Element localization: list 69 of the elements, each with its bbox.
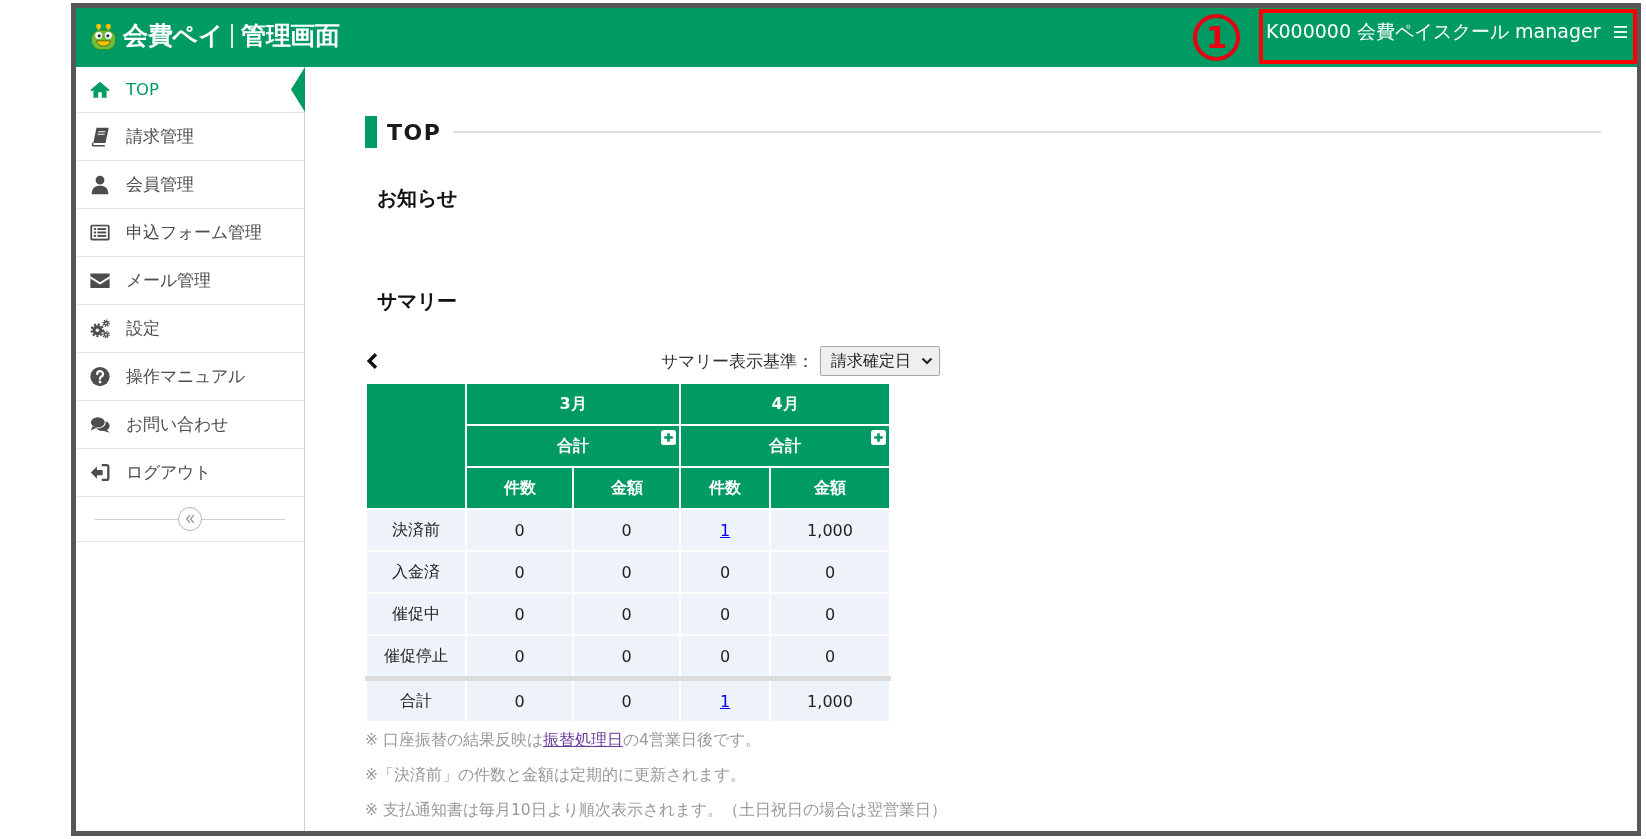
book-icon xyxy=(89,126,111,147)
sidebar-item[interactable]: お問い合わせ xyxy=(76,401,304,449)
logout-icon xyxy=(89,462,111,483)
sidebar-item[interactable]: 請求管理 xyxy=(76,113,304,161)
table-cell: 0 xyxy=(573,509,680,551)
person-icon xyxy=(89,174,111,195)
row-header: 合計 xyxy=(366,678,466,722)
table-cell: 0 xyxy=(466,593,573,635)
column-header: 金額 xyxy=(770,467,891,509)
sidebar-item[interactable]: 申込フォーム管理 xyxy=(76,209,304,257)
table-cell: 0 xyxy=(680,551,770,593)
row-header: 催促停止 xyxy=(366,635,466,679)
collapse-sidebar-button[interactable] xyxy=(178,507,202,531)
column-header: 4月 xyxy=(680,383,891,425)
row-header: 決済前 xyxy=(366,509,466,551)
sidebar-item[interactable]: 会員管理 xyxy=(76,161,304,209)
chevron-left-icon xyxy=(366,352,378,370)
sidebar-item[interactable]: 設定 xyxy=(76,305,304,353)
section-heading: お知らせ xyxy=(377,185,457,212)
table-cell: 0 xyxy=(770,551,891,593)
column-header: 金額 xyxy=(573,467,680,509)
row-header: 催促中 xyxy=(366,593,466,635)
table-cell: 1,000 xyxy=(770,678,891,722)
note-link[interactable]: 振替処理日 xyxy=(542,731,623,749)
table-cell: 0 xyxy=(466,551,573,593)
table-cell: 0 xyxy=(573,593,680,635)
table-cell: 0 xyxy=(466,509,573,551)
account-menu-button[interactable]: K000000 会費ペイスクール manager xyxy=(1259,9,1637,64)
table-cell: 1,000 xyxy=(770,509,891,551)
column-header: 件数 xyxy=(680,467,770,509)
page-title: TOP xyxy=(387,119,442,145)
count-link[interactable]: 1 xyxy=(719,520,731,540)
gears-icon xyxy=(89,318,111,339)
summary-basis-label: サマリー表示基準： xyxy=(661,349,814,373)
title-accent-bar xyxy=(365,116,377,148)
step-number-marker: 1 xyxy=(1193,14,1240,61)
logo-subtitle: 管理画面 xyxy=(241,21,339,51)
note-text: ※「決済前」の件数と金額は定期的に更新されます。 xyxy=(365,765,746,786)
note-text: ※ 口座振替の結果反映は振替処理日の4営業日後です。 xyxy=(365,730,761,751)
plus-icon[interactable] xyxy=(871,430,887,445)
column-header: 合計 xyxy=(557,435,589,455)
frog-mascot-icon xyxy=(89,21,118,51)
question-mark-icon xyxy=(89,366,111,387)
previous-button[interactable] xyxy=(366,352,378,370)
chevron-down-icon xyxy=(921,357,933,365)
summary-basis-select[interactable]: 請求確定日 xyxy=(820,346,940,376)
speech-bubbles-icon xyxy=(89,414,111,435)
table-cell: 0 xyxy=(466,678,573,722)
logo-text: 会費ペイ xyxy=(123,21,223,51)
table-cell: 0 xyxy=(573,678,680,722)
sidebar-item[interactable]: 操作マニュアル xyxy=(76,353,304,401)
column-header: 件数 xyxy=(466,467,573,509)
row-header: 入金済 xyxy=(366,551,466,593)
note-text: ※ 支払通知書は毎月10日より順次表示されます。（土日祝日の場合は翌営業日） xyxy=(365,800,947,821)
section-heading: サマリー xyxy=(377,288,457,315)
table-cell: 0 xyxy=(770,593,891,635)
sidebar-item[interactable]: ログアウト xyxy=(76,449,304,497)
count-link[interactable]: 1 xyxy=(719,691,731,711)
menu-icon xyxy=(1614,26,1627,38)
list-icon xyxy=(89,222,111,243)
column-header: 合計 xyxy=(769,435,801,455)
table-cell: 0 xyxy=(680,593,770,635)
sidebar-item[interactable]: メール管理 xyxy=(76,257,304,305)
sidebar-item[interactable]: TOP xyxy=(76,67,304,113)
double-chevron-left-icon xyxy=(185,514,195,524)
table-cell: 0 xyxy=(573,551,680,593)
column-header: 3月 xyxy=(466,383,680,425)
home-icon xyxy=(89,79,111,100)
plus-icon[interactable] xyxy=(661,430,676,445)
